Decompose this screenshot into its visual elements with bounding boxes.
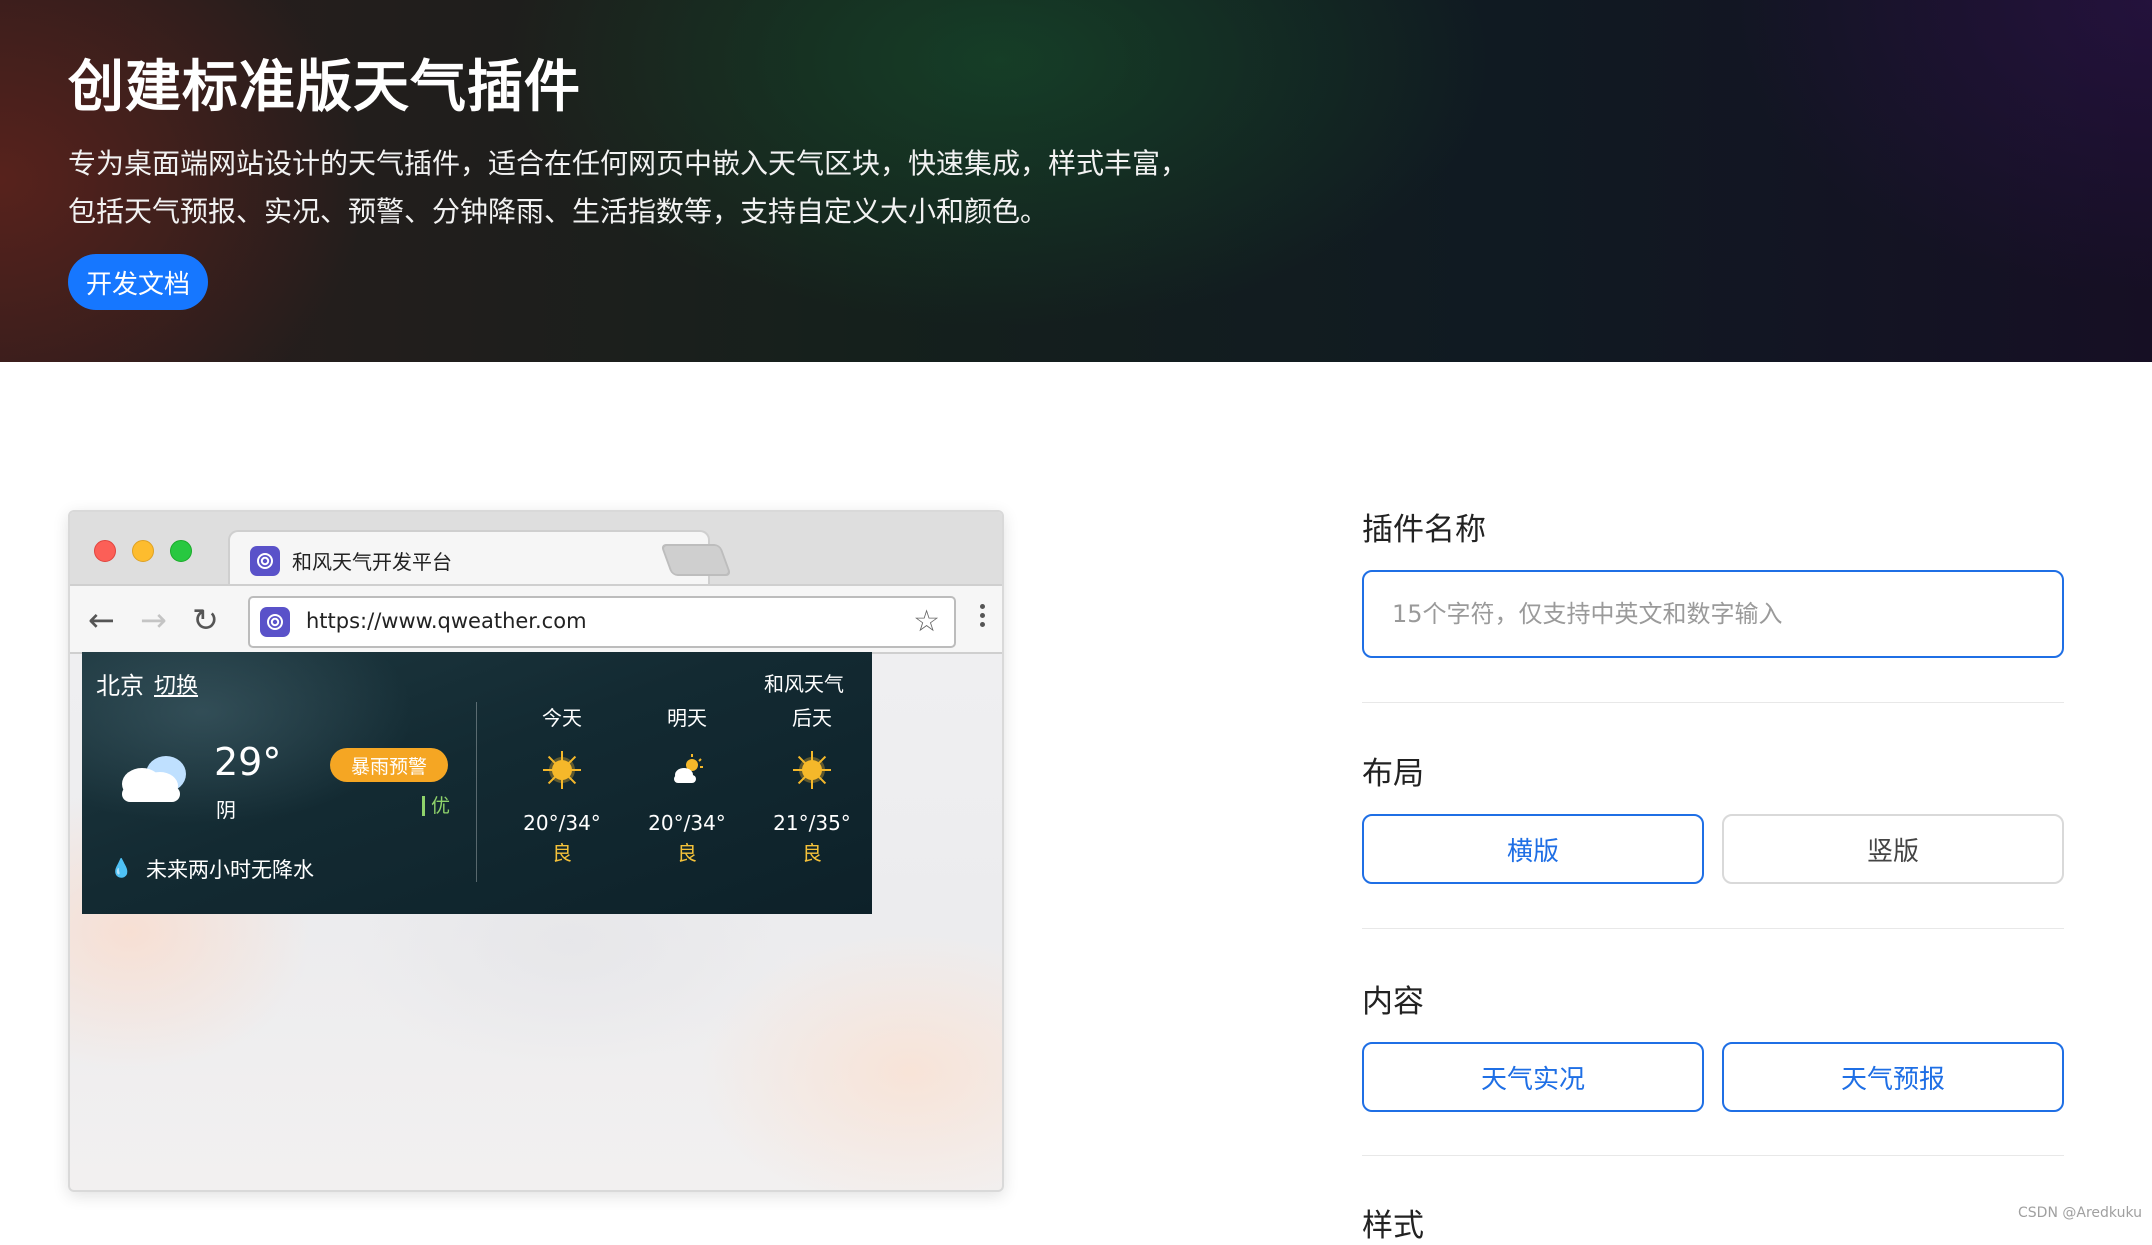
browser-toolbar: ← → ↻ https://www.qweather.com ☆ xyxy=(70,584,1002,654)
hero-banner: 创建标准版天气插件 专为桌面端网站设计的天气插件，适合在任何网页中嵌入天气区块，… xyxy=(0,0,2152,362)
new-tab-icon xyxy=(660,544,732,576)
back-arrow-icon: ← xyxy=(88,602,115,638)
raindrop-icon: 💧 xyxy=(110,858,132,879)
forecast-day-label: 明天 xyxy=(627,702,747,731)
widget-aqi: 优 xyxy=(422,796,450,816)
sun-icon xyxy=(793,751,831,789)
forecast-aqi: 良 xyxy=(752,837,872,866)
tab-title: 和风天气开发平台 xyxy=(292,546,452,575)
forecast-day-today: 今天 20°/34° 良 xyxy=(502,702,622,866)
forecast-aqi: 良 xyxy=(627,837,747,866)
widget-current-temp: 29° xyxy=(214,740,281,784)
watermark: CSDN @Aredkuku xyxy=(2018,1205,2142,1221)
address-url: https://www.qweather.com xyxy=(306,609,587,633)
plugin-name-input[interactable] xyxy=(1362,570,2064,658)
window-close-dot xyxy=(94,540,116,562)
partly-cloudy-icon xyxy=(668,751,706,789)
style-label: 样式 xyxy=(1362,1200,1424,1245)
forecast-day-tomorrow: 明天 20°/34° 良 xyxy=(627,702,747,866)
qweather-logo-icon xyxy=(260,607,290,637)
forward-arrow-icon: → xyxy=(140,602,167,638)
window-minimize-dot xyxy=(132,540,154,562)
hero-description: 专为桌面端网站设计的天气插件，适合在任何网页中嵌入天气区块，快速集成，样式丰富，… xyxy=(68,140,1208,236)
window-zoom-dot xyxy=(170,540,192,562)
layout-label: 布局 xyxy=(1362,748,1424,793)
bookmark-star-icon: ☆ xyxy=(913,604,940,639)
widget-alert-badge: 暴雨预警 xyxy=(330,748,448,782)
widget-rain-note: 未来两小时无降水 xyxy=(146,854,314,884)
browser-menu-icon xyxy=(980,604,986,631)
page-title: 创建标准版天气插件 xyxy=(68,42,581,123)
section-divider xyxy=(1362,702,2064,703)
reload-icon: ↻ xyxy=(192,602,219,638)
cloudy-icon xyxy=(112,748,192,808)
forecast-temp: 21°/35° xyxy=(752,811,872,835)
forecast-temp: 20°/34° xyxy=(502,811,622,835)
content-current-weather-button[interactable]: 天气实况 xyxy=(1362,1042,1704,1112)
browser-tabstrip: 和风天气开发平台 × xyxy=(70,512,1002,584)
section-divider xyxy=(1362,1155,2064,1156)
widget-divider xyxy=(476,702,477,882)
content-label: 内容 xyxy=(1362,976,1424,1021)
widget-city: 北京 xyxy=(96,666,144,701)
widget-switch-city-link: 切换 xyxy=(154,668,198,700)
forecast-day-after-tomorrow: 后天 21°/35° 良 xyxy=(752,702,872,866)
forecast-aqi: 良 xyxy=(502,837,622,866)
forecast-temp: 20°/34° xyxy=(627,811,747,835)
content-forecast-button[interactable]: 天气预报 xyxy=(1722,1042,2064,1112)
widget-condition: 阴 xyxy=(216,794,236,823)
layout-horizontal-button[interactable]: 横版 xyxy=(1362,814,1704,884)
layout-vertical-button[interactable]: 竖版 xyxy=(1722,814,2064,884)
address-bar: https://www.qweather.com ☆ xyxy=(248,596,956,648)
forecast-day-label: 后天 xyxy=(752,702,872,731)
forecast-day-label: 今天 xyxy=(502,702,622,731)
sun-icon xyxy=(543,751,581,789)
qweather-logo-icon xyxy=(250,546,280,576)
docs-button[interactable]: 开发文档 xyxy=(68,254,208,310)
widget-brand: 和风天气 xyxy=(764,668,844,697)
browser-tab: 和风天气开发平台 × xyxy=(228,530,710,586)
section-divider xyxy=(1362,928,2064,929)
weather-widget-preview: 北京 切换 和风天气 29° 阴 暴雨预警 优 💧 未来两小时无降水 今天 20… xyxy=(82,652,872,914)
plugin-name-label: 插件名称 xyxy=(1362,504,1486,549)
browser-preview: 和风天气开发平台 × ← → ↻ https://www.qweather.co… xyxy=(68,510,1004,1192)
